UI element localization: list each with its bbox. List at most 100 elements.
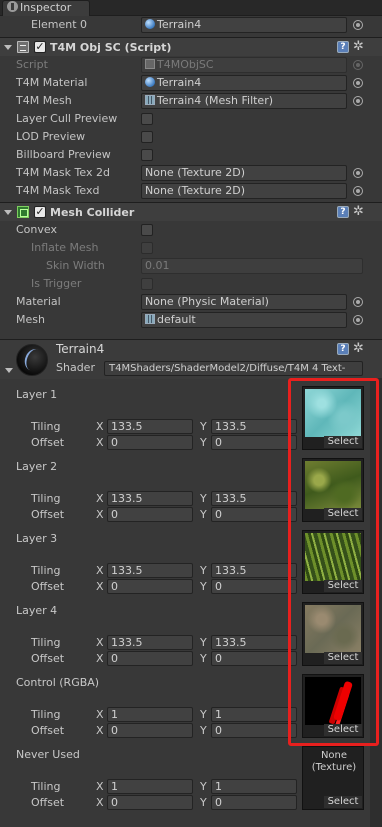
tiling-x-field[interactable]: 133.5 xyxy=(107,491,193,506)
layer-cull-preview-checkbox[interactable] xyxy=(141,113,153,125)
element-0-row: Element 0 Terrain4 xyxy=(0,16,382,34)
offset-y-field[interactable]: 0 xyxy=(211,723,297,738)
highlight-box xyxy=(288,378,379,746)
tiling-y-axis-label: Y xyxy=(200,636,207,649)
offset-x-field[interactable]: 0 xyxy=(107,579,193,594)
tiling-label: Tiling xyxy=(31,636,61,649)
tiling-y-field[interactable]: 133.5 xyxy=(211,491,297,506)
offset-y-field[interactable]: 0 xyxy=(211,651,297,666)
tiling-x-axis-label: X xyxy=(96,780,104,793)
tiling-x-field[interactable]: 133.5 xyxy=(107,419,193,434)
mesh-filter-icon xyxy=(145,95,155,105)
offset-label: Offset xyxy=(31,580,65,593)
layer-name: Layer 1 xyxy=(16,388,58,401)
t4m-material-field[interactable]: Terrain4 xyxy=(141,75,347,91)
offset-y-axis-label: Y xyxy=(200,652,207,665)
object-picker-icon[interactable] xyxy=(353,78,363,88)
layer-cull-preview-row: Layer Cull Preview xyxy=(0,110,382,128)
offset-y-field[interactable]: 0 xyxy=(211,579,297,594)
offset-y-field[interactable]: 0 xyxy=(211,795,297,810)
gear-icon[interactable]: ✲ xyxy=(353,205,369,219)
object-picker-icon[interactable] xyxy=(353,186,363,196)
offset-x-field[interactable]: 0 xyxy=(107,723,193,738)
collider-mesh-field[interactable]: default xyxy=(141,312,347,328)
t4m-component-header[interactable]: ✓ T4M Obj SC (Script) ? ✲ xyxy=(0,37,382,56)
object-picker-icon xyxy=(353,60,363,70)
inspector-tab-bar: Inspector xyxy=(0,0,382,16)
offset-label: Offset xyxy=(31,652,65,665)
gear-icon[interactable]: ✲ xyxy=(353,40,369,54)
mask-tex-2d-field[interactable]: None (Texture 2D) xyxy=(141,165,347,181)
script-row: Script T4MObjSC xyxy=(0,56,382,74)
offset-x-axis-label: X xyxy=(96,724,104,737)
material-preview-icon xyxy=(16,344,48,376)
offset-label: Offset xyxy=(31,724,65,737)
mask-texd-label: T4M Mask Texd xyxy=(16,184,100,197)
tiling-x-field[interactable]: 133.5 xyxy=(107,635,193,650)
tiling-y-field[interactable]: 1 xyxy=(211,707,297,722)
component-enable-checkbox[interactable]: ✓ xyxy=(34,41,46,53)
tiling-y-field[interactable]: 133.5 xyxy=(211,563,297,578)
component-enable-checkbox[interactable]: ✓ xyxy=(34,206,46,218)
billboard-preview-checkbox[interactable] xyxy=(141,149,153,161)
shader-label: Shader xyxy=(56,361,95,374)
mask-tex-2d-row: T4M Mask Tex 2d None (Texture 2D) xyxy=(0,164,382,182)
object-picker-icon[interactable] xyxy=(353,297,363,307)
t4m-mesh-label: T4M Mesh xyxy=(16,94,72,107)
tiling-x-field[interactable]: 133.5 xyxy=(107,563,193,578)
t4m-material-label: T4M Material xyxy=(16,76,88,89)
tiling-x-field[interactable]: 1 xyxy=(107,779,193,794)
tiling-x-field[interactable]: 1 xyxy=(107,707,193,722)
foldout-arrow-icon[interactable] xyxy=(4,45,12,50)
foldout-arrow-icon[interactable] xyxy=(5,368,13,373)
material-name: Terrain4 xyxy=(56,342,105,356)
offset-x-field[interactable]: 0 xyxy=(107,795,193,810)
tiling-y-field[interactable]: 1 xyxy=(211,779,297,794)
help-icon[interactable]: ? xyxy=(337,41,349,53)
object-picker-icon[interactable] xyxy=(353,168,363,178)
offset-x-field[interactable]: 0 xyxy=(107,507,193,522)
gear-icon[interactable]: ✲ xyxy=(353,342,369,356)
tiling-label: Tiling xyxy=(31,420,61,433)
collider-material-field[interactable]: None (Physic Material) xyxy=(141,294,347,310)
billboard-preview-row: Billboard Preview xyxy=(0,146,382,164)
object-picker-icon[interactable] xyxy=(353,20,363,30)
shader-dropdown[interactable]: T4MShaders/ShaderModel2/Diffuse/T4M 4 Te… xyxy=(104,361,363,376)
convex-checkbox[interactable] xyxy=(141,224,153,236)
element-0-field[interactable]: Terrain4 xyxy=(141,17,347,33)
object-picker-icon[interactable] xyxy=(353,315,363,325)
skin-width-label: Skin Width xyxy=(46,259,105,272)
offset-x-field[interactable]: 0 xyxy=(107,651,193,666)
offset-label: Offset xyxy=(31,436,65,449)
help-icon[interactable]: ? xyxy=(337,206,349,218)
billboard-preview-label: Billboard Preview xyxy=(16,148,111,161)
inflate-mesh-checkbox xyxy=(141,242,153,254)
tiling-y-axis-label: Y xyxy=(200,564,207,577)
tiling-y-field[interactable]: 133.5 xyxy=(211,419,297,434)
layer-name: Layer 3 xyxy=(16,532,58,545)
is-trigger-checkbox xyxy=(141,278,153,290)
offset-y-field[interactable]: 0 xyxy=(211,435,297,450)
object-picker-icon[interactable] xyxy=(353,96,363,106)
lod-preview-label: LOD Preview xyxy=(16,130,86,143)
select-texture-button[interactable]: Select xyxy=(324,796,362,808)
material-header[interactable]: Terrain4 Shader T4MShaders/ShaderModel2/… xyxy=(0,339,382,379)
mask-texd-field[interactable]: None (Texture 2D) xyxy=(141,183,347,199)
layer-name: Never Used xyxy=(16,748,80,761)
layer-name: Layer 4 xyxy=(16,604,58,617)
tiling-y-field[interactable]: 133.5 xyxy=(211,635,297,650)
tiling-x-axis-label: X xyxy=(96,420,104,433)
lod-preview-checkbox[interactable] xyxy=(141,131,153,143)
foldout-arrow-icon[interactable] xyxy=(4,210,12,215)
skin-width-field: 0.01 xyxy=(141,258,363,274)
tiling-y-axis-label: Y xyxy=(200,708,207,721)
material-icon xyxy=(145,19,155,29)
mask-tex-2d-label: T4M Mask Tex 2d xyxy=(16,166,110,179)
offset-x-field[interactable]: 0 xyxy=(107,435,193,450)
texture-slot[interactable]: None (Texture) Select xyxy=(302,746,364,810)
help-icon[interactable]: ? xyxy=(337,343,349,355)
mesh-collider-header[interactable]: ✓ Mesh Collider ? ✲ xyxy=(0,202,382,221)
tab-inspector[interactable]: Inspector xyxy=(2,0,90,16)
offset-y-field[interactable]: 0 xyxy=(211,507,297,522)
t4m-mesh-field[interactable]: Terrain4 (Mesh Filter) xyxy=(141,93,347,109)
